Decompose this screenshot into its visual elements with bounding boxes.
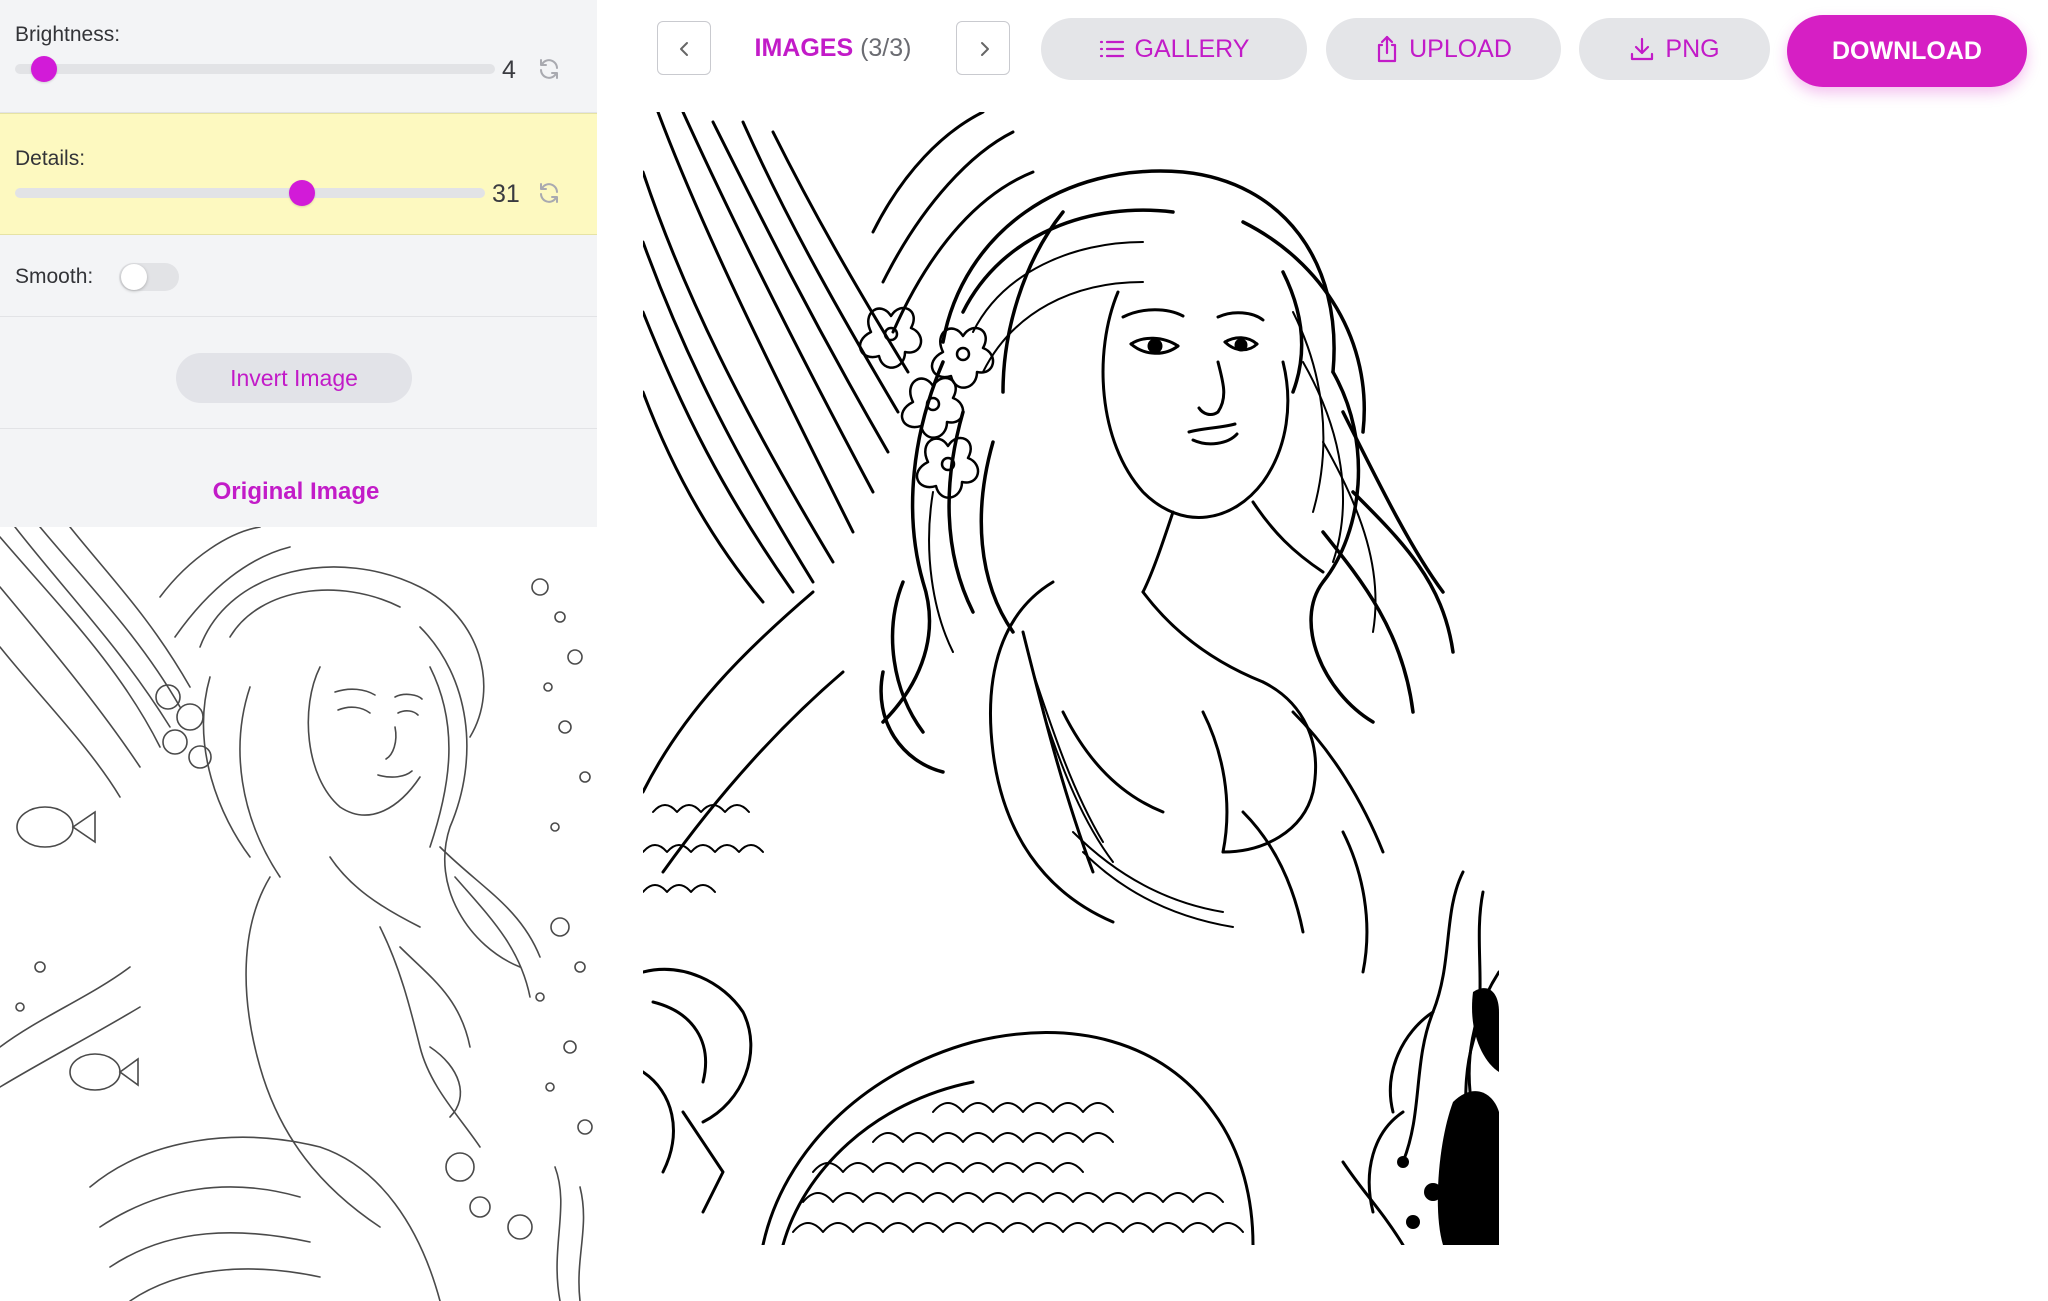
upload-button[interactable]: UPLOAD: [1326, 18, 1561, 80]
png-label: PNG: [1665, 34, 1720, 63]
brightness-control: Brightness: 4: [0, 0, 597, 113]
smooth-toggle[interactable]: [119, 263, 179, 291]
smooth-label: Smooth:: [15, 265, 94, 288]
download-tray-icon: [1631, 37, 1654, 61]
gallery-label: GALLERY: [1134, 34, 1250, 63]
png-button[interactable]: PNG: [1579, 18, 1770, 80]
brightness-reset-icon[interactable]: [537, 57, 561, 81]
details-slider-thumb[interactable]: [288, 180, 315, 206]
original-image-title: Original Image: [212, 478, 380, 505]
brightness-value: 4: [502, 56, 516, 84]
brightness-label: Brightness:: [15, 23, 121, 46]
share-upload-icon: [1377, 35, 1397, 63]
images-counter: IMAGES (3/3): [718, 34, 948, 63]
smooth-control: Smooth:: [0, 235, 597, 317]
brightness-slider-thumb[interactable]: [30, 56, 57, 82]
images-title: IMAGES: [754, 34, 854, 62]
processed-image: [643, 112, 1499, 1245]
settings-panel: Brightness: 4 Details: 31 Smooth: Invert…: [0, 0, 597, 1301]
previous-image-button[interactable]: [657, 21, 711, 75]
next-image-button[interactable]: [956, 21, 1010, 75]
brightness-slider[interactable]: [15, 56, 495, 82]
invert-image-button[interactable]: Invert Image: [176, 353, 412, 403]
upload-label: UPLOAD: [1409, 34, 1512, 63]
chevron-right-icon: [981, 42, 989, 56]
details-reset-icon[interactable]: [537, 181, 561, 205]
download-button[interactable]: DOWNLOAD: [1787, 15, 2027, 87]
gallery-button[interactable]: GALLERY: [1041, 18, 1307, 80]
details-label: Details:: [15, 147, 86, 170]
invert-section: Invert Image: [0, 317, 597, 429]
smooth-toggle-knob: [121, 264, 147, 290]
details-control: Details: 31: [0, 113, 597, 235]
images-count: (3/3): [860, 34, 912, 62]
chevron-left-icon: [680, 42, 688, 56]
details-slider[interactable]: [15, 180, 485, 206]
details-value: 31: [492, 180, 520, 208]
original-image: [0, 527, 597, 1301]
list-icon: [1099, 40, 1124, 58]
